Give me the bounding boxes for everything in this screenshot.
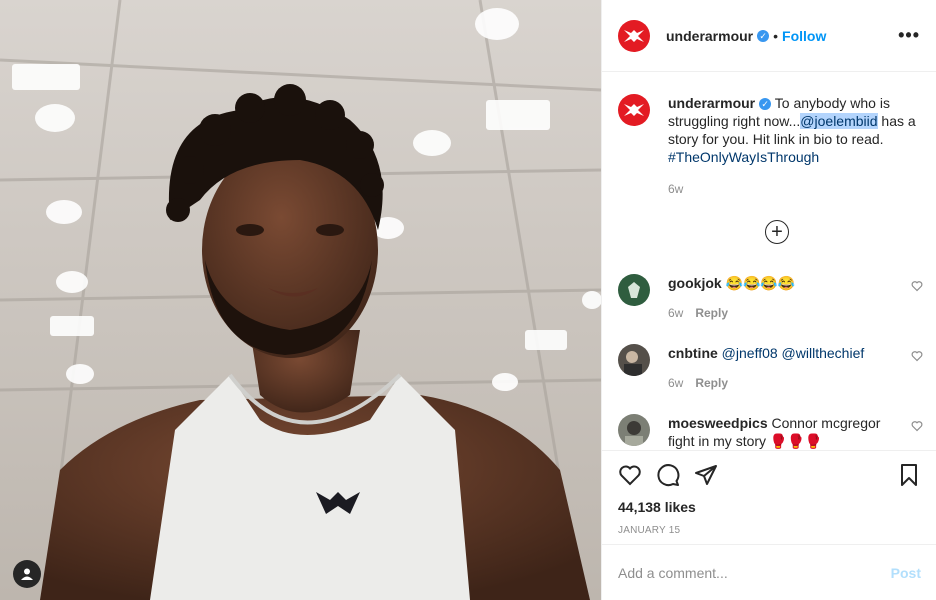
caption-mention-link[interactable]: @joelembiid [800,113,878,129]
photo-illustration [0,0,601,600]
comment-username[interactable]: gookjok [668,275,722,291]
tagged-users-icon[interactable] [13,560,41,588]
like-heart-icon[interactable] [618,463,642,487]
caption-timestamp[interactable]: 6w [668,180,918,198]
comment-avatar[interactable] [618,344,650,376]
likes-count[interactable]: 44,138 likes [618,499,921,515]
like-comment-heart-icon[interactable] [911,420,923,432]
like-comment-heart-icon[interactable] [911,280,923,292]
caption-username[interactable]: underarmour [668,95,755,111]
action-icons [618,451,921,499]
follow-button[interactable]: Follow [782,28,826,44]
caption-hashtag-link[interactable]: #TheOnlyWayIsThrough [668,148,918,166]
comment-item: moesweedpics Connor mcgregor fight in my… [618,414,923,450]
comment-body: cnbtine @jneff08 @willthechief 6w Reply [668,344,903,392]
comment-body: moesweedpics Connor mcgregor fight in my… [668,414,903,450]
comment-text[interactable]: @jneff08 @willthechief [722,345,865,361]
reply-button[interactable]: Reply [695,376,728,390]
post-photo[interactable] [0,0,601,600]
comments-section[interactable]: underarmour ✓ To anybody who is strugglin… [602,72,936,450]
comment-bubble-icon[interactable] [656,463,680,487]
comment-avatar[interactable] [618,274,650,306]
verified-badge-icon: ✓ [757,29,770,42]
caption-body: underarmour ✓ To anybody who is strugglin… [668,94,918,198]
header-username[interactable]: underarmour [666,28,753,44]
comment-item: cnbtine @jneff08 @willthechief 6w Reply [618,344,923,392]
post-sidebar: underarmour ✓ • Follow ••• underarmour ✓ … [601,0,936,600]
save-bookmark-icon[interactable] [897,463,921,487]
comment-username[interactable]: cnbtine [668,345,718,361]
post-date[interactable]: JANUARY 15 [618,525,921,536]
caption: underarmour ✓ To anybody who is strugglin… [618,94,921,198]
comment-timestamp[interactable]: 6w [668,376,683,390]
post-container: underarmour ✓ • Follow ••• underarmour ✓ … [0,0,936,600]
under-armour-logo-icon [624,104,644,116]
add-comment-input[interactable] [618,564,891,581]
like-comment-heart-icon[interactable] [911,350,923,362]
post-header: underarmour ✓ • Follow ••• [602,0,936,72]
comment-avatar[interactable] [618,414,650,446]
comment-item: gookjok 😂😂😂😂 6w Reply [618,274,923,322]
load-more-comments-icon[interactable]: + [765,220,789,244]
post-comment-button[interactable]: Post [891,565,921,581]
avatar-photo-icon [624,351,642,376]
caption-avatar[interactable] [618,94,650,126]
comment-username[interactable]: moesweedpics [668,415,768,431]
reply-button[interactable]: Reply [695,306,728,320]
verified-badge-icon: ✓ [759,98,772,111]
more-options-icon[interactable]: ••• [898,25,920,46]
share-paper-plane-icon[interactable] [694,463,718,487]
avatar-graphic-icon [628,282,640,298]
separator-dot: • [773,27,779,44]
comment-body: gookjok 😂😂😂😂 6w Reply [668,274,903,322]
under-armour-logo-icon [624,29,644,42]
avatar[interactable] [618,19,650,52]
comment-timestamp[interactable]: 6w [668,306,683,320]
avatar-photo-icon [625,421,643,446]
add-comment-bar: Post [602,544,936,600]
comment-text: 😂😂😂😂 [725,275,796,291]
post-actions: 44,138 likes JANUARY 15 [602,450,936,536]
